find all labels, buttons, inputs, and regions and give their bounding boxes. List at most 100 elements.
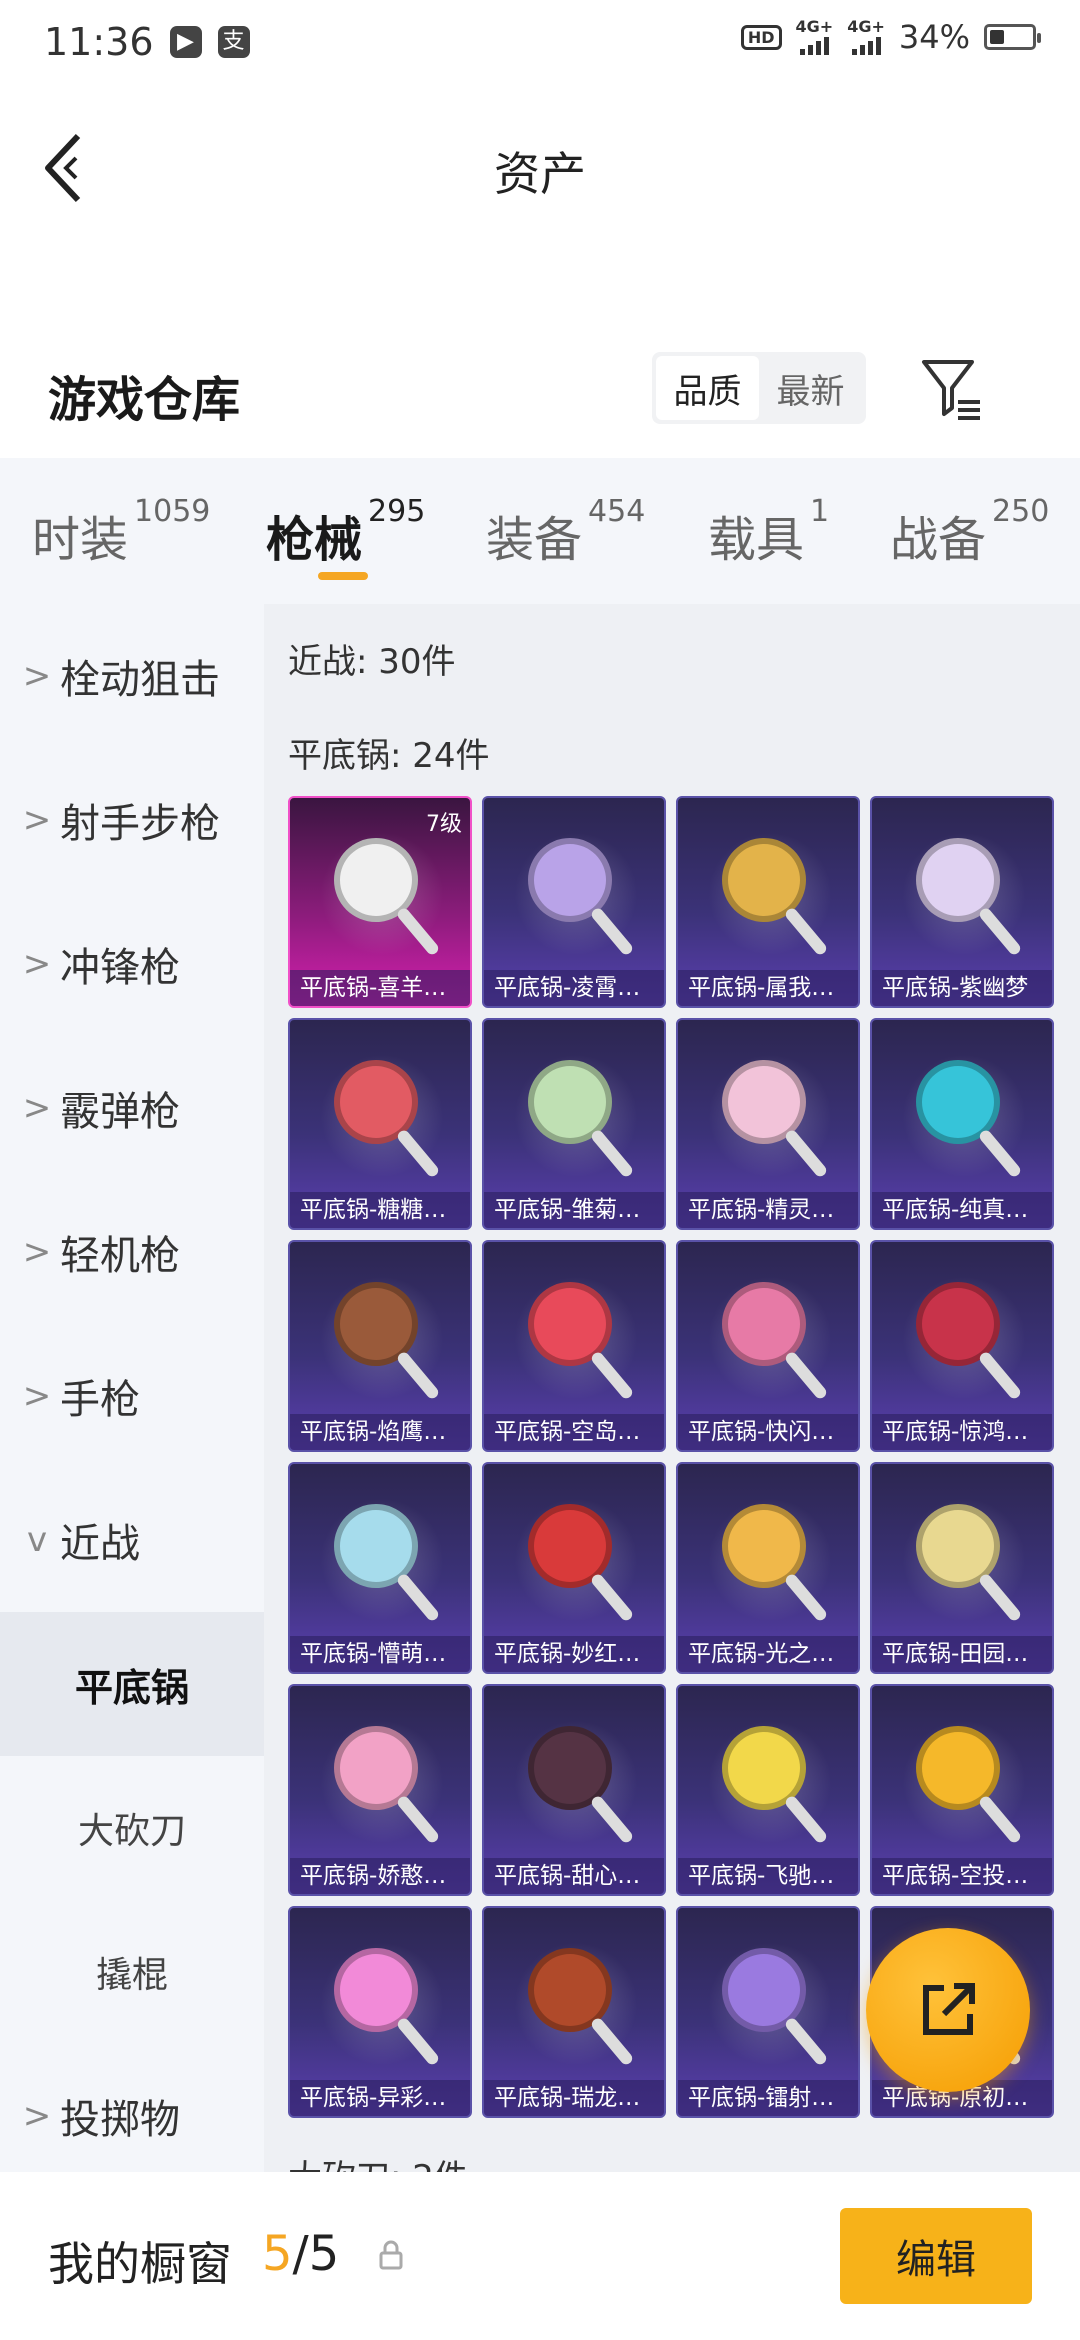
status-time: 11:36 — [44, 20, 154, 64]
item-name: 平底锅-惊鸿… — [872, 1414, 1052, 1450]
tab-count: 1059 — [134, 494, 211, 529]
showcase-count: 5/5 — [262, 2226, 339, 2282]
item-name: 平底锅-焰鹰… — [290, 1414, 470, 1450]
item-card[interactable]: 平底锅-田园… — [870, 1462, 1054, 1674]
sidebar-item-label: 霰弹枪 — [60, 1089, 180, 1135]
tab-count: 250 — [992, 494, 1050, 529]
sidebar-item-throwable[interactable]: > 投掷物 — [0, 2044, 264, 2188]
sidebar-subitem-pan[interactable]: 平底锅 — [0, 1612, 264, 1756]
tab-fashion[interactable]: 时装1059 — [32, 494, 210, 570]
chevron-right-icon: > — [22, 1376, 52, 1416]
item-card[interactable]: 平底锅-瑞龙… — [482, 1906, 666, 2118]
item-name: 平底锅-镭射… — [678, 2080, 858, 2116]
item-grid: 7级平底锅-喜羊… 平底锅-凌霄… 平底锅-属我… 平底锅-紫幽梦平底锅-糖糖… 平底锅… — [288, 796, 1068, 2118]
item-card[interactable]: 平底锅-纯真… — [870, 1018, 1054, 1230]
lock-icon — [379, 2240, 403, 2270]
sidebar-item-lmg[interactable]: > 轻机枪 — [0, 1180, 264, 1324]
tab-count: 454 — [588, 494, 646, 529]
item-name: 平底锅-空岛… — [484, 1414, 664, 1450]
item-card[interactable]: 平底锅-空岛… — [482, 1240, 666, 1452]
item-card[interactable]: 平底锅-焰鹰… — [288, 1240, 472, 1452]
network-type-1: 4G+ — [795, 17, 834, 36]
tab-label: 枪械 — [266, 512, 363, 568]
sort-quality-option[interactable]: 品质 — [656, 356, 759, 420]
item-card[interactable]: 平底锅-紫幽梦 — [870, 796, 1054, 1008]
item-name: 平底锅-雏菊… — [484, 1192, 664, 1228]
item-card[interactable]: 平底锅-懵萌… — [288, 1462, 472, 1674]
active-tab-indicator — [318, 572, 368, 580]
showcase-title: 我的橱窗 — [48, 2237, 232, 2291]
share-button[interactable] — [866, 1928, 1030, 2092]
chevron-down-icon: v — [26, 1520, 48, 1560]
tab-combat-gear[interactable]: 战备250 — [890, 494, 1049, 570]
subgroup-label: 平底锅: 24件 — [288, 736, 490, 776]
item-name: 平底锅-快闪… — [678, 1414, 858, 1450]
item-level-badge: 7级 — [426, 812, 462, 837]
sidebar-item-marksman-rifle[interactable]: > 射手步枪 — [0, 748, 264, 892]
sidebar-subitem-machete[interactable]: 大砍刀 — [0, 1756, 264, 1900]
sidebar-item-label: 手枪 — [60, 1377, 140, 1423]
edit-button[interactable]: 编辑 — [840, 2208, 1032, 2304]
sort-newest-option[interactable]: 最新 — [759, 356, 862, 420]
sidebar-item-shotgun[interactable]: > 霰弹枪 — [0, 1036, 264, 1180]
item-name: 平底锅-田园… — [872, 1636, 1052, 1672]
video-app-icon: ▶ — [169, 26, 202, 58]
sidebar-item-label: 冲锋枪 — [60, 945, 180, 991]
item-card[interactable]: 平底锅-飞驰… — [676, 1684, 860, 1896]
signal-icon-2: 4G+ — [847, 19, 885, 55]
showcase-current: 5 — [262, 2226, 293, 2282]
tab-label: 载具 — [708, 512, 805, 568]
tab-count: 1 — [810, 494, 830, 529]
item-card[interactable]: 平底锅-光之… — [676, 1462, 860, 1674]
item-card[interactable]: 平底锅-妙红… — [482, 1462, 666, 1674]
share-icon — [923, 1983, 975, 2035]
item-card[interactable]: 平底锅-镭射… — [676, 1906, 860, 2118]
item-card[interactable]: 平底锅-空投… — [870, 1684, 1054, 1896]
sidebar-item-label: 轻机枪 — [60, 1233, 180, 1279]
tab-label: 战备 — [890, 512, 987, 568]
page-title: 资产 — [494, 147, 586, 201]
item-name: 平底锅-飞驰… — [678, 1858, 858, 1894]
item-card[interactable]: 平底锅-属我… — [676, 796, 860, 1008]
sidebar-item-melee[interactable]: v 近战 — [0, 1468, 264, 1612]
item-card[interactable]: 平底锅-异彩… — [288, 1906, 472, 2118]
filter-icon[interactable] — [920, 352, 984, 424]
battery-percent: 34% — [898, 18, 970, 56]
item-card[interactable]: 平底锅-快闪… — [676, 1240, 860, 1452]
group-label: 近战: 30件 — [288, 642, 456, 682]
tab-equipment[interactable]: 装备454 — [486, 494, 645, 570]
item-name: 平底锅-娇憨… — [290, 1858, 470, 1894]
sort-toggle[interactable]: 品质 最新 — [652, 352, 866, 424]
tab-vehicles[interactable]: 载具1 — [708, 494, 829, 570]
item-card[interactable]: 7级平底锅-喜羊… — [288, 796, 472, 1008]
sidebar-item-label: 射手步枪 — [60, 801, 220, 847]
item-name: 平底锅-纯真… — [872, 1192, 1052, 1228]
showcase-bar: 我的橱窗 5/5 编辑 — [0, 2172, 1080, 2340]
item-name: 平底锅-凌霄… — [484, 970, 664, 1006]
item-card[interactable]: 平底锅-娇憨… — [288, 1684, 472, 1896]
item-card[interactable]: 平底锅-甜心… — [482, 1684, 666, 1896]
tab-guns[interactable]: 枪械295 — [266, 494, 425, 570]
item-card[interactable]: 平底锅-惊鸿… — [870, 1240, 1054, 1452]
item-card[interactable]: 平底锅-凌霄… — [482, 796, 666, 1008]
sidebar-item-pistol[interactable]: > 手枪 — [0, 1324, 264, 1468]
item-name: 平底锅-精灵… — [678, 1192, 858, 1228]
weapon-type-sidebar: > 栓动狙击 > 射手步枪 > 冲锋枪 > 霰弹枪 > 轻机枪 > 手枪 v 近战 平底锅 大… — [0, 604, 264, 2172]
sidebar-item-label: 近战 — [60, 1521, 140, 1567]
item-name: 平底锅-喜羊… — [290, 970, 470, 1006]
sidebar-item-bolt-sniper[interactable]: > 栓动狙击 — [0, 604, 264, 748]
sidebar-item-smg[interactable]: > 冲锋枪 — [0, 892, 264, 1036]
item-card[interactable]: 平底锅-雏菊… — [482, 1018, 666, 1230]
item-name: 平底锅-糖糖… — [290, 1192, 470, 1228]
item-name: 平底锅-空投… — [872, 1858, 1052, 1894]
showcase-total: 5 — [308, 2226, 340, 2282]
item-name: 平底锅-甜心… — [484, 1858, 664, 1894]
sidebar-subitem-crowbar[interactable]: 撬棍 — [0, 1900, 264, 2044]
chevron-right-icon: > — [22, 1232, 52, 1272]
item-card[interactable]: 平底锅-糖糖… — [288, 1018, 472, 1230]
next-group-label: 大砍刀: 2件 — [288, 2150, 468, 2172]
item-card[interactable]: 平底锅-精灵… — [676, 1018, 860, 1230]
sidebar-item-label: 投掷物 — [60, 2097, 180, 2143]
tab-label: 装备 — [486, 512, 583, 568]
sidebar-item-label: 栓动狙击 — [60, 657, 220, 703]
